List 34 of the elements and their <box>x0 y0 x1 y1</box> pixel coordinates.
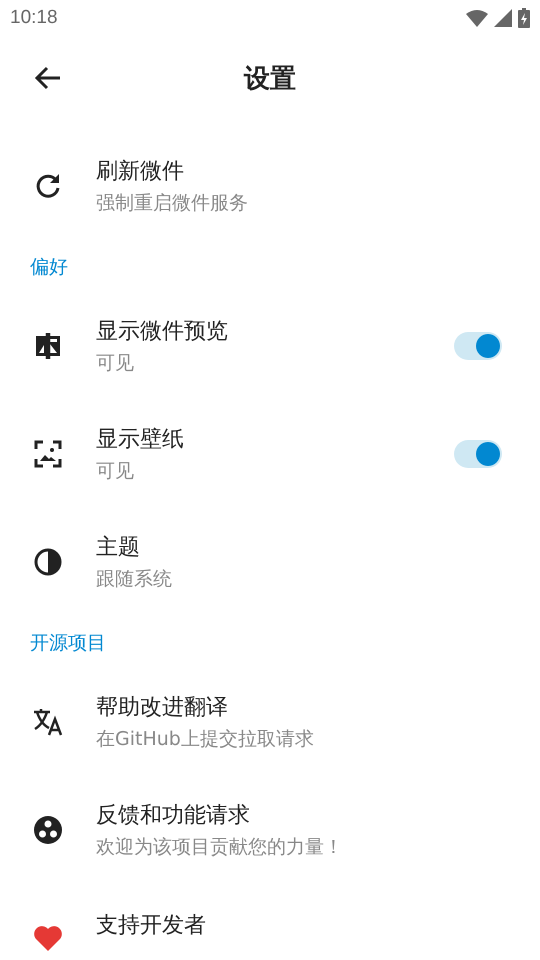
item-title: 帮助改进翻译 <box>96 694 229 722</box>
item-title: 显示微件预览 <box>96 318 229 346</box>
wifi-icon <box>466 9 488 27</box>
settings-item[interactable]: 反馈和功能请求 欢迎为该项目贡献您的力量！ <box>0 776 540 884</box>
settings-item[interactable]: 主题 跟随系统 <box>0 508 540 616</box>
item-title: 主题 <box>96 534 141 562</box>
item-subtitle: 在GitHub上提交拉取请求 <box>96 727 315 752</box>
settings-item[interactable]: 显示壁纸 可见 <box>0 400 540 508</box>
section-header: 偏好 <box>29 255 69 280</box>
item-subtitle: 跟随系统 <box>96 567 173 592</box>
settings-item[interactable]: 刷新微件 强制重启微件服务 <box>0 132 540 240</box>
item-title: 显示壁纸 <box>96 426 185 454</box>
item-title: 反馈和功能请求 <box>96 802 251 830</box>
settings-item[interactable]: 显示微件预览 可见 <box>0 292 540 400</box>
picture-frame-icon <box>32 438 64 470</box>
signal-icon <box>494 9 512 27</box>
item-title: 支持开发者 <box>96 912 207 940</box>
item-title: 刷新微件 <box>96 158 185 186</box>
item-subtitle: 可见 <box>96 351 135 376</box>
page-title: 设置 <box>244 62 296 96</box>
three-dots-icon <box>32 814 64 846</box>
settings-item[interactable]: 支持开发者 <box>0 884 540 960</box>
battery-icon <box>518 8 530 28</box>
item-subtitle: 欢迎为该项目贡献您的力量！ <box>96 835 344 860</box>
status-time: 10:18 <box>10 7 58 29</box>
settings-item[interactable]: 帮助改进翻译 在GitHub上提交拉取请求 <box>0 668 540 776</box>
item-subtitle: 可见 <box>96 459 135 484</box>
toggle-switch[interactable] <box>454 440 502 468</box>
contrast-icon <box>32 546 64 578</box>
back-icon[interactable] <box>34 66 62 90</box>
translate-icon <box>32 706 64 738</box>
section-header: 开源项目 <box>29 631 107 656</box>
item-subtitle: 强制重启微件服务 <box>96 191 249 216</box>
toggle-switch[interactable] <box>454 332 502 360</box>
